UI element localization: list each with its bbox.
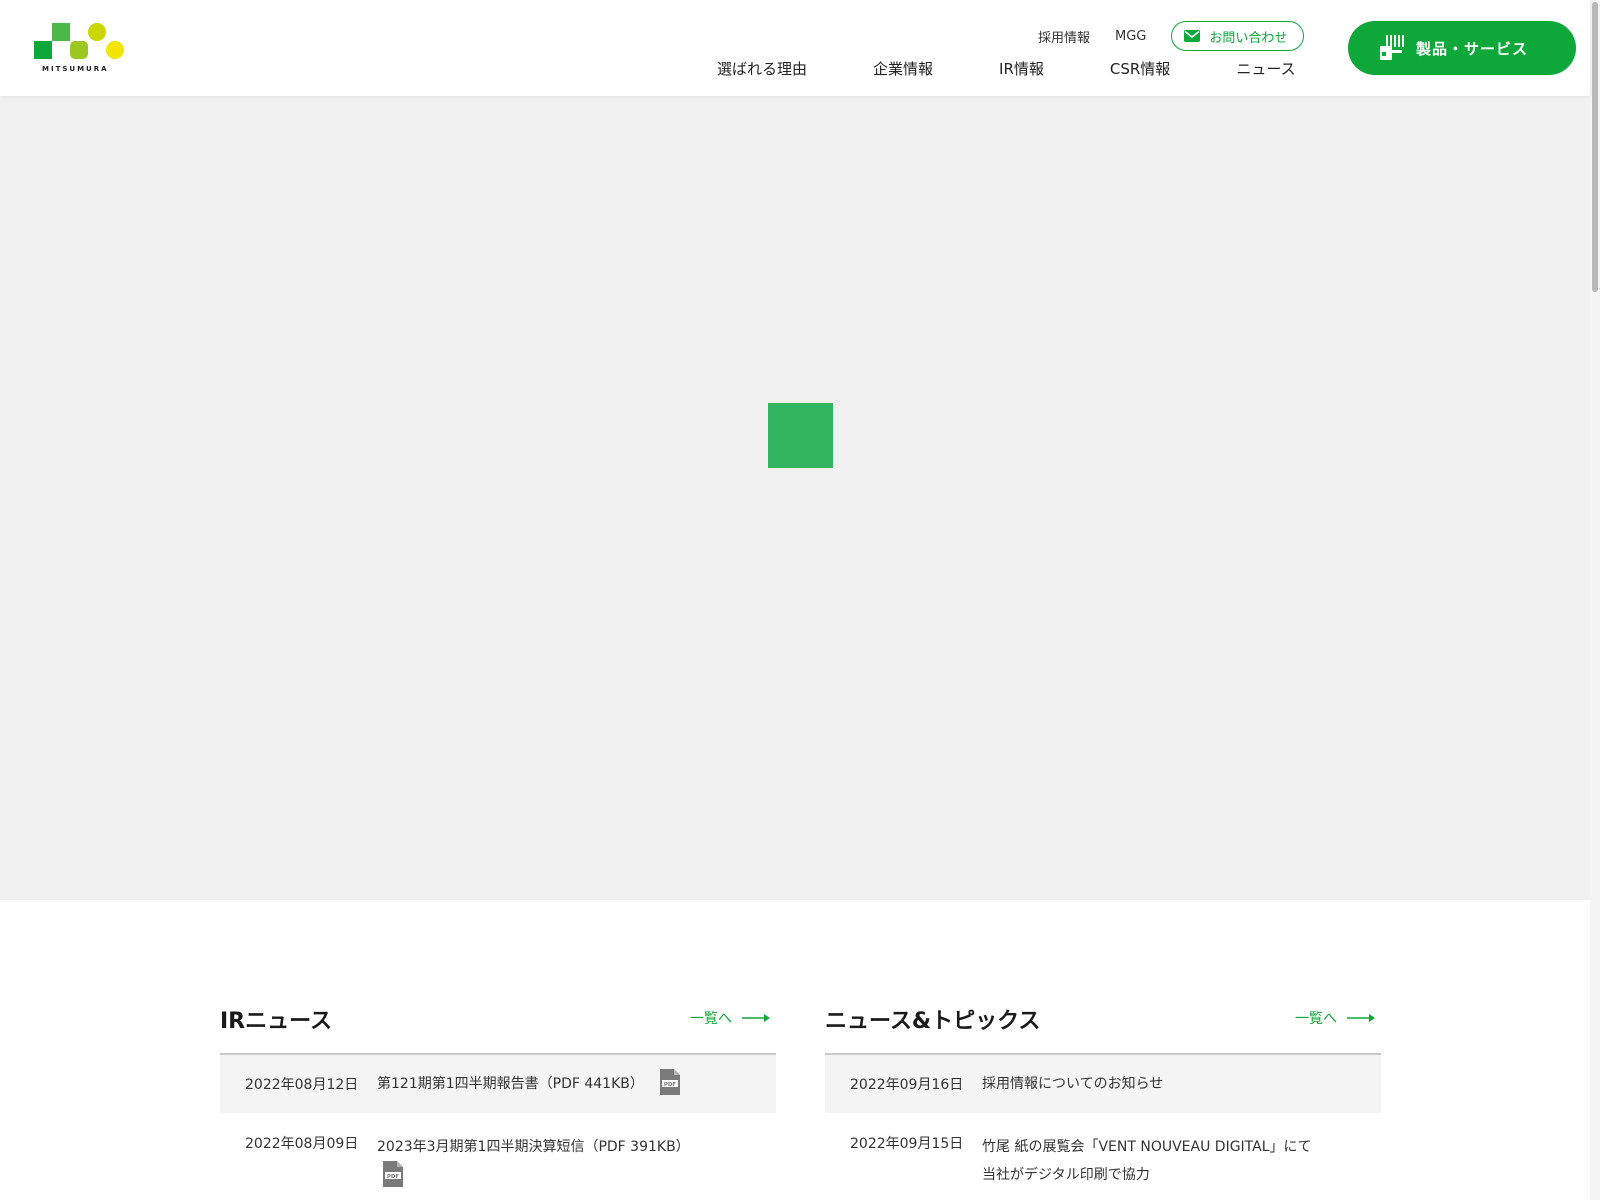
ir-news-more-link[interactable]: 一覧へ xyxy=(690,1008,770,1028)
pdf-icon[interactable]: PDF xyxy=(383,1161,403,1187)
products-label: 製品・サービス xyxy=(1416,39,1529,58)
mail-icon xyxy=(1184,30,1201,42)
arrow-right-icon xyxy=(1347,1014,1375,1022)
pdf-icon[interactable]: PDF xyxy=(659,1069,680,1095)
hero-area xyxy=(0,96,1590,900)
news-date: 2022年09月15日 xyxy=(850,1136,964,1152)
nav-item-company[interactable]: 企業情報 xyxy=(873,58,933,79)
topics-news-header: ニュース&トピックス 一覧へ xyxy=(825,985,1381,1055)
logo-square-4 xyxy=(88,23,106,41)
products-services-button[interactable]: 製品・サービス xyxy=(1348,21,1576,75)
topics-news-more-label: 一覧へ xyxy=(1295,1011,1337,1027)
topics-news-item[interactable]: 2022年09月16日 採用情報についてのお知らせ xyxy=(825,1055,1381,1113)
ir-news-item[interactable]: 2022年08月09日 2023年3月期第1四半期決算短信（PDF 391KB）… xyxy=(220,1113,776,1189)
main-nav: 選ばれる理由 企業情報 IR情報 CSR情報 ニュース xyxy=(717,58,1296,79)
news-title[interactable]: 第121期第1四半期報告書（PDF 441KB） xyxy=(377,1076,644,1092)
news-title[interactable]: 採用情報についてのお知らせ xyxy=(982,1074,1163,1094)
nav-item-csr[interactable]: CSR情報 xyxy=(1110,58,1170,79)
arrow-right-icon xyxy=(742,1014,770,1022)
topics-news-item[interactable]: 2022年09月15日 竹尾 紙の展覧会「VENT NOUVEAU DIGITA… xyxy=(825,1113,1381,1189)
topics-news-more-link[interactable]: 一覧へ xyxy=(1295,1008,1375,1028)
utility-nav: 採用情報 MGG お問い合わせ xyxy=(1038,21,1305,51)
page-scrollbar[interactable] xyxy=(1590,0,1600,1200)
logo-wordmark: MITSUMURA xyxy=(42,65,109,73)
svg-text:PDF: PDF xyxy=(387,1174,400,1180)
site-header: MITSUMURA 採用情報 MGG お問い合わせ 選ばれる理由 企業情報 IR… xyxy=(0,0,1590,96)
news-title[interactable]: 2023年3月期第1四半期決算短信（PDF 391KB） xyxy=(377,1139,690,1155)
news-title[interactable]: 竹尾 紙の展覧会「VENT NOUVEAU DIGITAL」にて当社がデジタル印… xyxy=(982,1133,1312,1189)
logo-square-2 xyxy=(52,23,70,41)
logo-square-1 xyxy=(34,41,52,59)
topics-news-title: ニュース&トピックス xyxy=(825,1009,1041,1034)
ir-news-more-label: 一覧へ xyxy=(690,1011,732,1027)
ir-news-header: IRニュース 一覧へ xyxy=(220,985,776,1055)
util-link-mgg[interactable]: MGG xyxy=(1115,29,1146,44)
ir-news-item[interactable]: 2022年08月12日 第121期第1四半期報告書（PDF 441KB） PDF xyxy=(220,1055,776,1113)
loading-indicator xyxy=(768,403,833,468)
contact-label: お問い合わせ xyxy=(1209,30,1288,46)
contact-button[interactable]: お問い合わせ xyxy=(1171,21,1305,51)
topics-news-section: ニュース&トピックス 一覧へ 2022年09月16日 採用情報についてのお知らせ… xyxy=(825,985,1381,1189)
ir-news-title: IRニュース xyxy=(220,1009,333,1034)
nav-item-ir[interactable]: IR情報 xyxy=(999,58,1044,79)
news-date: 2022年08月09日 xyxy=(245,1136,359,1152)
news-date: 2022年09月16日 xyxy=(850,1077,964,1093)
util-link-recruit[interactable]: 採用情報 xyxy=(1038,27,1090,46)
nav-item-news[interactable]: ニュース xyxy=(1236,58,1295,79)
mitsumura-logo[interactable]: MITSUMURA xyxy=(34,21,126,73)
ir-news-section: IRニュース 一覧へ 2022年08月12日 第121期第1四半期報告書（PDF… xyxy=(220,985,776,1189)
scrollbar-thumb[interactable] xyxy=(1592,2,1598,292)
logo-square-5 xyxy=(106,41,124,59)
news-date: 2022年08月12日 xyxy=(245,1077,359,1093)
nav-item-reasons[interactable]: 選ばれる理由 xyxy=(717,58,807,79)
logo-square-3 xyxy=(70,41,88,59)
svg-text:PDF: PDF xyxy=(664,1082,677,1088)
catalog-icon xyxy=(1380,35,1404,60)
